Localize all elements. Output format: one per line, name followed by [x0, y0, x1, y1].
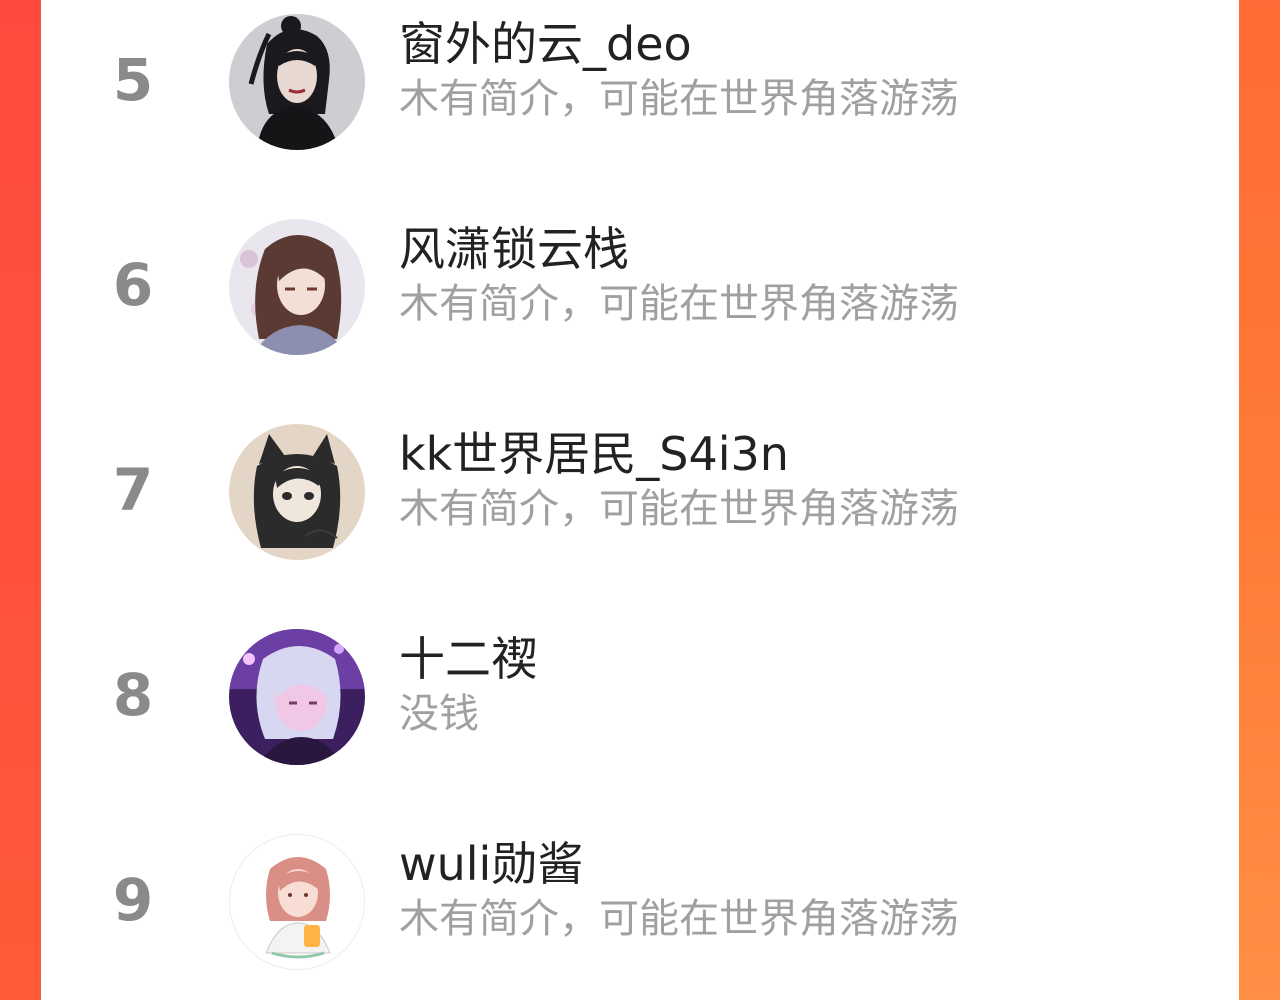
rank-number: 8 [112, 661, 154, 729]
left-border-band [0, 0, 41, 1000]
user-name[interactable]: 风潇锁云栈 [399, 221, 629, 277]
user-bio: 木有简介，可能在世界角落游荡 [399, 896, 959, 942]
user-bio: 没钱 [399, 691, 479, 737]
cartoon-girl-drink-avatar-icon[interactable] [229, 834, 365, 970]
user-name[interactable]: 十二禊 [399, 631, 537, 687]
anime-white-hair-avatar-icon[interactable] [229, 629, 365, 765]
user-bio: 木有简介，可能在世界角落游荡 [399, 486, 959, 532]
ranking-row[interactable]: 7 kk世界居民_S4i3n 木有简介，可能在世界角落游荡 [41, 410, 1239, 570]
ranking-row[interactable]: 5 窗外的云_deo 木有简介，可能在世界角落游荡 [41, 0, 1239, 160]
user-bio: 木有简介，可能在世界角落游荡 [399, 76, 959, 122]
user-name[interactable]: 窗外的云_deo [399, 16, 692, 72]
right-border-band [1239, 0, 1280, 1000]
ranking-row[interactable]: 9 wuli勋酱 木有简介，可能在世界角落游荡 [41, 820, 1239, 980]
rank-number: 9 [112, 866, 154, 934]
user-name[interactable]: kk世界居民_S4i3n [399, 426, 789, 482]
rank-number: 5 [112, 46, 154, 114]
sketch-cat-ears-avatar-icon[interactable] [229, 424, 365, 560]
user-name[interactable]: wuli勋酱 [399, 836, 583, 892]
rank-number: 6 [112, 251, 154, 319]
user-bio: 木有简介，可能在世界角落游荡 [399, 281, 959, 327]
ranking-row[interactable]: 8 十二禊 没钱 [41, 615, 1239, 775]
rank-number: 7 [112, 456, 154, 524]
portrait-dark-hair-avatar-icon[interactable] [229, 14, 365, 150]
ranking-list: 5 窗外的云_deo 木有简介，可能在世界角落游荡 6 风潇锁云栈 木有简介，可… [41, 0, 1239, 1000]
anime-long-hair-avatar-icon[interactable] [229, 219, 365, 355]
ranking-row[interactable]: 6 风潇锁云栈 木有简介，可能在世界角落游荡 [41, 205, 1239, 365]
